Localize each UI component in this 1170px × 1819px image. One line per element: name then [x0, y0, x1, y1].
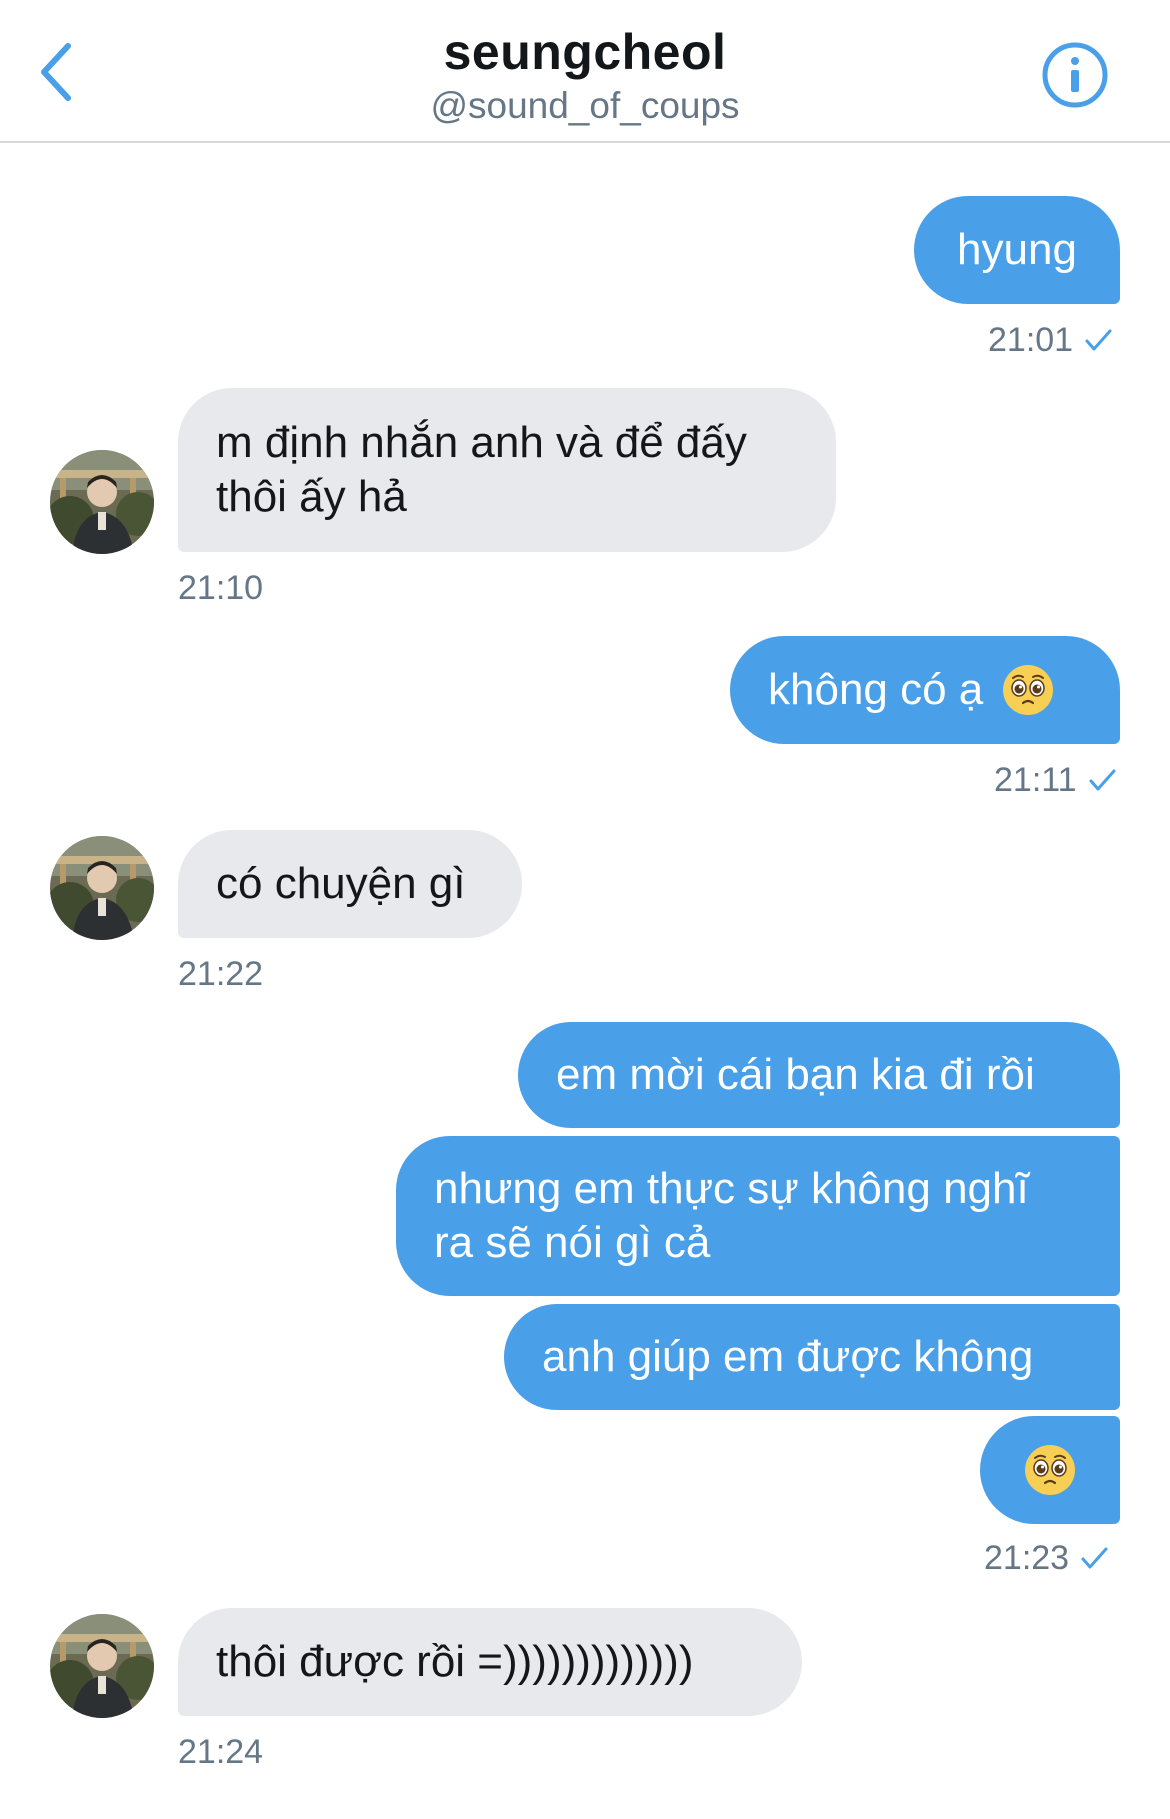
- message-bubble-received[interactable]: có chuyện gì: [178, 830, 522, 938]
- contact-avatar[interactable]: [50, 836, 154, 940]
- message-bubble-received[interactable]: thôi được rồi =))))))))))))): [178, 1608, 802, 1716]
- message-bubble-sent[interactable]: em mời cái bạn kia đi rồi: [518, 1022, 1120, 1128]
- message-timestamp: 21:10: [178, 568, 263, 608]
- contact-avatar[interactable]: [50, 1614, 154, 1718]
- conversation-header: seungcheol @sound_of_coups: [0, 0, 1170, 143]
- message-text-line2: ra sẽ nói gì cả: [434, 1218, 711, 1267]
- avatar-photo: [50, 1614, 154, 1718]
- message-bubble-sent[interactable]: anh giúp em được không: [504, 1304, 1120, 1410]
- avatar-photo: [50, 836, 154, 940]
- timestamp-text: 21:10: [178, 569, 264, 607]
- message-text: hyung: [957, 225, 1077, 274]
- message-text-line2: thôi ấy hả: [216, 472, 407, 521]
- avatar-photo: [50, 450, 154, 554]
- read-check-icon: [1089, 769, 1116, 791]
- message-text: thôi được rồi =))))))))))))): [216, 1637, 694, 1686]
- message-bubble-sent[interactable]: hyung: [914, 196, 1120, 304]
- timestamp-text: 21:11: [994, 761, 1077, 799]
- message-timestamp: 21:01: [988, 320, 1113, 360]
- pleading-face-emoji: [1003, 665, 1054, 715]
- message-timestamp: 21:23: [984, 1538, 1109, 1578]
- message-bubble-sent[interactable]: [980, 1416, 1120, 1524]
- message-bubble-received[interactable]: m định nhắn anh và để đấy thôi ấy hả: [178, 388, 836, 552]
- message-timestamp: 21:24: [178, 1732, 263, 1772]
- timestamp-text: 21:01: [988, 321, 1074, 359]
- timestamp-text: 21:24: [178, 1733, 264, 1771]
- timestamp-text: 21:23: [984, 1539, 1070, 1577]
- conversation-title: seungcheol: [443, 24, 727, 80]
- message-text-line1: nhưng em thực sự không nghĩ: [434, 1164, 1029, 1213]
- message-timestamp: 21:22: [178, 954, 263, 994]
- message-text: anh giúp em được không: [542, 1332, 1034, 1381]
- message-text: không có ạ: [768, 665, 984, 714]
- message-text: có chuyện gì: [216, 859, 466, 908]
- conversation-title-block[interactable]: seungcheol @sound_of_coups: [0, 22, 1170, 130]
- message-bubble-sent[interactable]: nhưng em thực sự không nghĩ ra sẽ nói gì…: [396, 1136, 1120, 1296]
- pleading-face-emoji: [1025, 1445, 1075, 1495]
- read-check-icon: [1081, 1547, 1108, 1569]
- message-text-line1: m định nhắn anh và để đấy: [216, 418, 747, 467]
- conversation-handle: @sound_of_coups: [430, 85, 740, 126]
- info-button[interactable]: [1040, 40, 1110, 110]
- read-check-icon: [1085, 329, 1112, 351]
- timestamp-text: 21:22: [178, 955, 264, 993]
- message-text: em mời cái bạn kia đi rồi: [556, 1050, 1035, 1099]
- contact-avatar[interactable]: [50, 450, 154, 554]
- message-timestamp: 21:11: [994, 760, 1117, 800]
- message-bubble-sent[interactable]: không có ạ: [730, 636, 1120, 744]
- info-icon: [1042, 42, 1108, 108]
